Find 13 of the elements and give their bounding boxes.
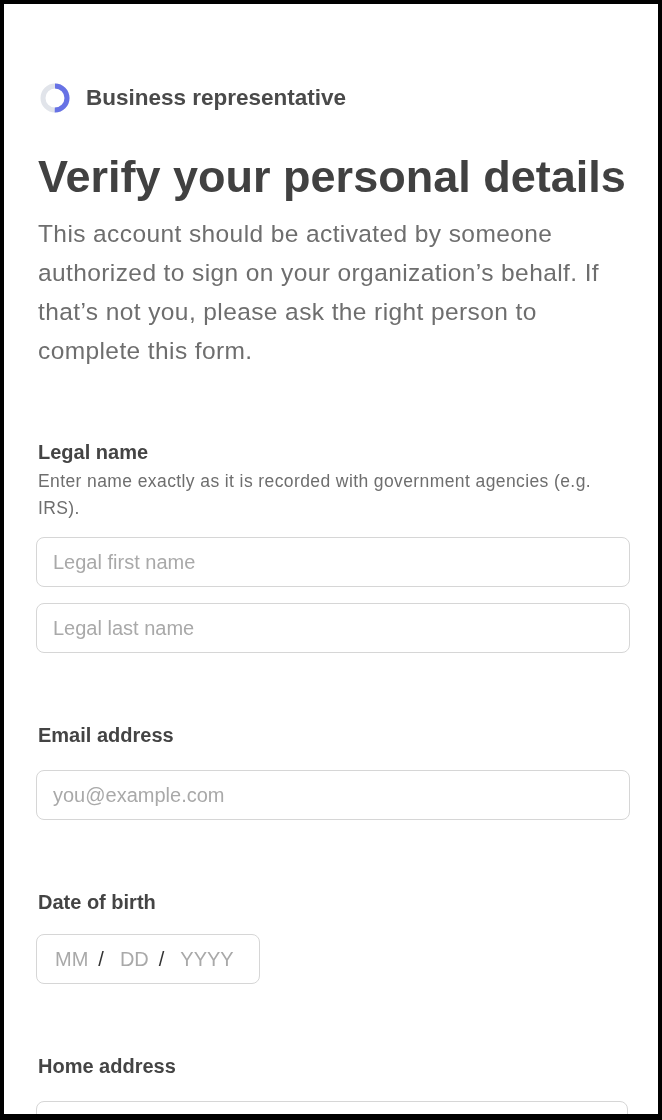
date-field[interactable]: MM / DD / YYYY xyxy=(36,934,260,984)
field-label: Legal name xyxy=(38,440,150,465)
page-title: Verify your personal details xyxy=(38,152,627,202)
field-hint: Enter name exactly as it is recorded with government agencies (e.g. IRS). xyxy=(38,470,593,520)
step-label: Business representative xyxy=(86,85,347,111)
field-label: Email address xyxy=(38,723,175,748)
field-label: Date of birth xyxy=(38,890,157,915)
field-label: Home address xyxy=(38,1054,177,1079)
progress-ring-icon xyxy=(38,81,72,115)
text-field[interactable]: Legal last name xyxy=(36,603,630,653)
text-field[interactable]: Legal first name xyxy=(36,537,630,587)
text-field[interactable]: you@example.com xyxy=(36,770,630,820)
description: This account should be activated by someone authorized to sign on your organization’s behalf. If that’s not you, please ask the right person to complete this form. xyxy=(38,219,601,366)
